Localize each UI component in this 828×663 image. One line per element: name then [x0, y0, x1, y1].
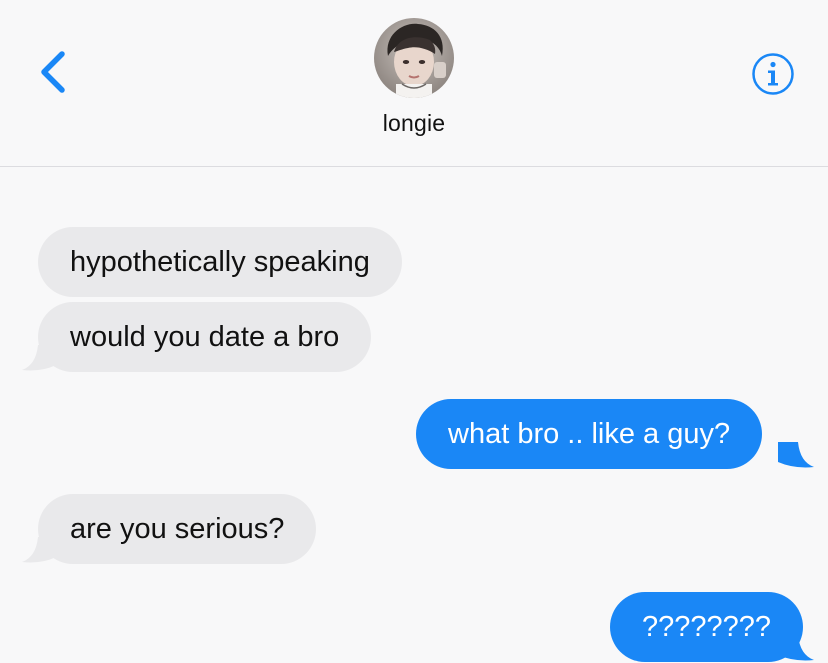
conversation-header: longie	[0, 0, 828, 167]
incoming-message[interactable]: hypothetically speaking	[38, 227, 402, 297]
incoming-bubble-tail	[22, 537, 56, 563]
avatar[interactable]	[374, 18, 454, 98]
outgoing-message[interactable]: what bro .. like a guy?	[416, 399, 763, 469]
outgoing-bubble-tail	[778, 442, 814, 468]
info-circle-icon	[752, 53, 794, 95]
contact-photo	[374, 18, 454, 98]
back-button[interactable]	[34, 48, 74, 96]
outgoing-bubble-tail	[778, 635, 814, 661]
outgoing-message[interactable]: ????????	[610, 592, 804, 662]
incoming-message[interactable]: are you serious?	[38, 494, 317, 564]
incoming-bubble-tail	[22, 345, 56, 371]
chevron-left-icon	[41, 51, 65, 93]
message-thread: hypothetically speaking would you date a…	[0, 167, 828, 663]
info-button[interactable]	[751, 52, 795, 96]
contact-name[interactable]: longie	[0, 110, 828, 137]
incoming-message[interactable]: would you date a bro	[38, 302, 372, 372]
